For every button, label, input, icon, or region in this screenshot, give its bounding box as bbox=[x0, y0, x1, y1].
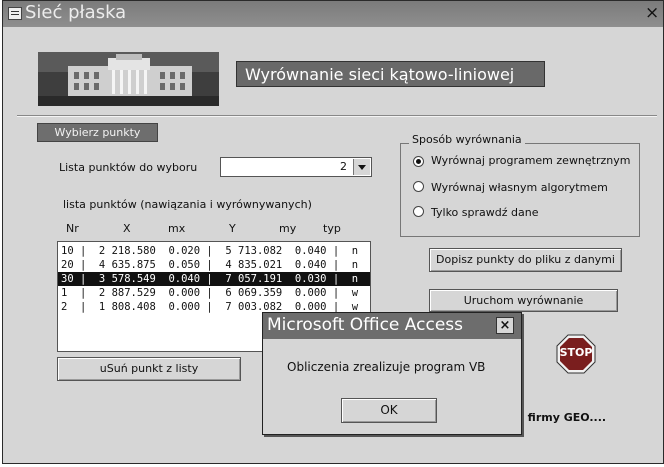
option-external-program[interactable]: Wyrównaj programem zewnętrznym bbox=[431, 154, 630, 167]
message-dialog: Microsoft Office Access × Obliczenia zre… bbox=[262, 312, 522, 435]
column-header-nr: Nr bbox=[66, 222, 79, 235]
column-header-x: X bbox=[123, 222, 131, 235]
select-points-button[interactable]: Wybierz punkty bbox=[37, 123, 158, 142]
remove-point-button[interactable]: uSuń punkt z listy bbox=[57, 357, 241, 381]
dialog-message: Obliczenia zrealizuje program VB bbox=[287, 360, 486, 374]
append-points-button[interactable]: Dopisz punkty do pliku z danymi bbox=[429, 248, 622, 272]
combo-value: 2 bbox=[340, 160, 347, 173]
divider bbox=[17, 115, 657, 117]
building-photo bbox=[38, 52, 219, 106]
stop-label: STOP bbox=[559, 346, 593, 359]
dialog-title-bar[interactable]: Microsoft Office Access × bbox=[263, 313, 521, 339]
ok-button[interactable]: OK bbox=[341, 398, 437, 423]
dialog-close-icon[interactable]: × bbox=[496, 317, 514, 334]
form-icon bbox=[8, 7, 22, 20]
main-window: Sieć płaska × Wyrównanie sieci kątowo-li… bbox=[2, 0, 664, 464]
stop-button[interactable]: STOP bbox=[556, 334, 596, 374]
list-item[interactable]: 1 | 2 887.529 0.000 | 6 069.359 0.000 | … bbox=[58, 286, 370, 300]
list-item[interactable]: 10 | 2 218.580 0.020 | 5 713.082 0.040 |… bbox=[58, 244, 370, 258]
option-check-only[interactable]: Tylko sprawdź dane bbox=[431, 206, 538, 219]
window-title: Sieć płaska bbox=[25, 2, 127, 23]
column-header-y: Y bbox=[229, 222, 236, 235]
run-adjustment-button[interactable]: Uruchom wyrównanie bbox=[429, 289, 618, 312]
points-combo[interactable]: 2 bbox=[220, 157, 372, 177]
combo-label: Lista punktów do wyboru bbox=[59, 161, 198, 174]
title-bar[interactable]: Sieć płaska × bbox=[3, 1, 663, 27]
option-own-algorithm[interactable]: Wyrównaj własnym algorytmem bbox=[431, 181, 608, 194]
close-icon[interactable]: × bbox=[645, 3, 659, 23]
list-item[interactable]: 20 | 4 635.875 0.050 | 4 835.021 0.040 |… bbox=[58, 258, 370, 272]
footer-text: h firmy GEO.... bbox=[516, 411, 607, 424]
chevron-down-icon[interactable] bbox=[353, 159, 370, 175]
radio-own-algorithm[interactable] bbox=[413, 181, 424, 192]
list-item-selected[interactable]: 30 | 3 578.549 0.040 | 7 057.191 0.030 |… bbox=[58, 272, 370, 286]
form-heading: Wyrównanie sieci kątowo-liniowej bbox=[236, 61, 545, 87]
column-header-typ: typ bbox=[323, 222, 341, 235]
dialog-title: Microsoft Office Access bbox=[267, 315, 463, 335]
radio-check-only[interactable] bbox=[413, 206, 424, 217]
column-header-mx: mx bbox=[168, 222, 186, 235]
method-group-title: Sposób wyrównania bbox=[409, 133, 525, 146]
list-caption: lista punktów (nawiązania i wyrównywanyc… bbox=[63, 198, 312, 211]
radio-external-program[interactable] bbox=[413, 156, 424, 167]
column-header-my: my bbox=[279, 222, 297, 235]
